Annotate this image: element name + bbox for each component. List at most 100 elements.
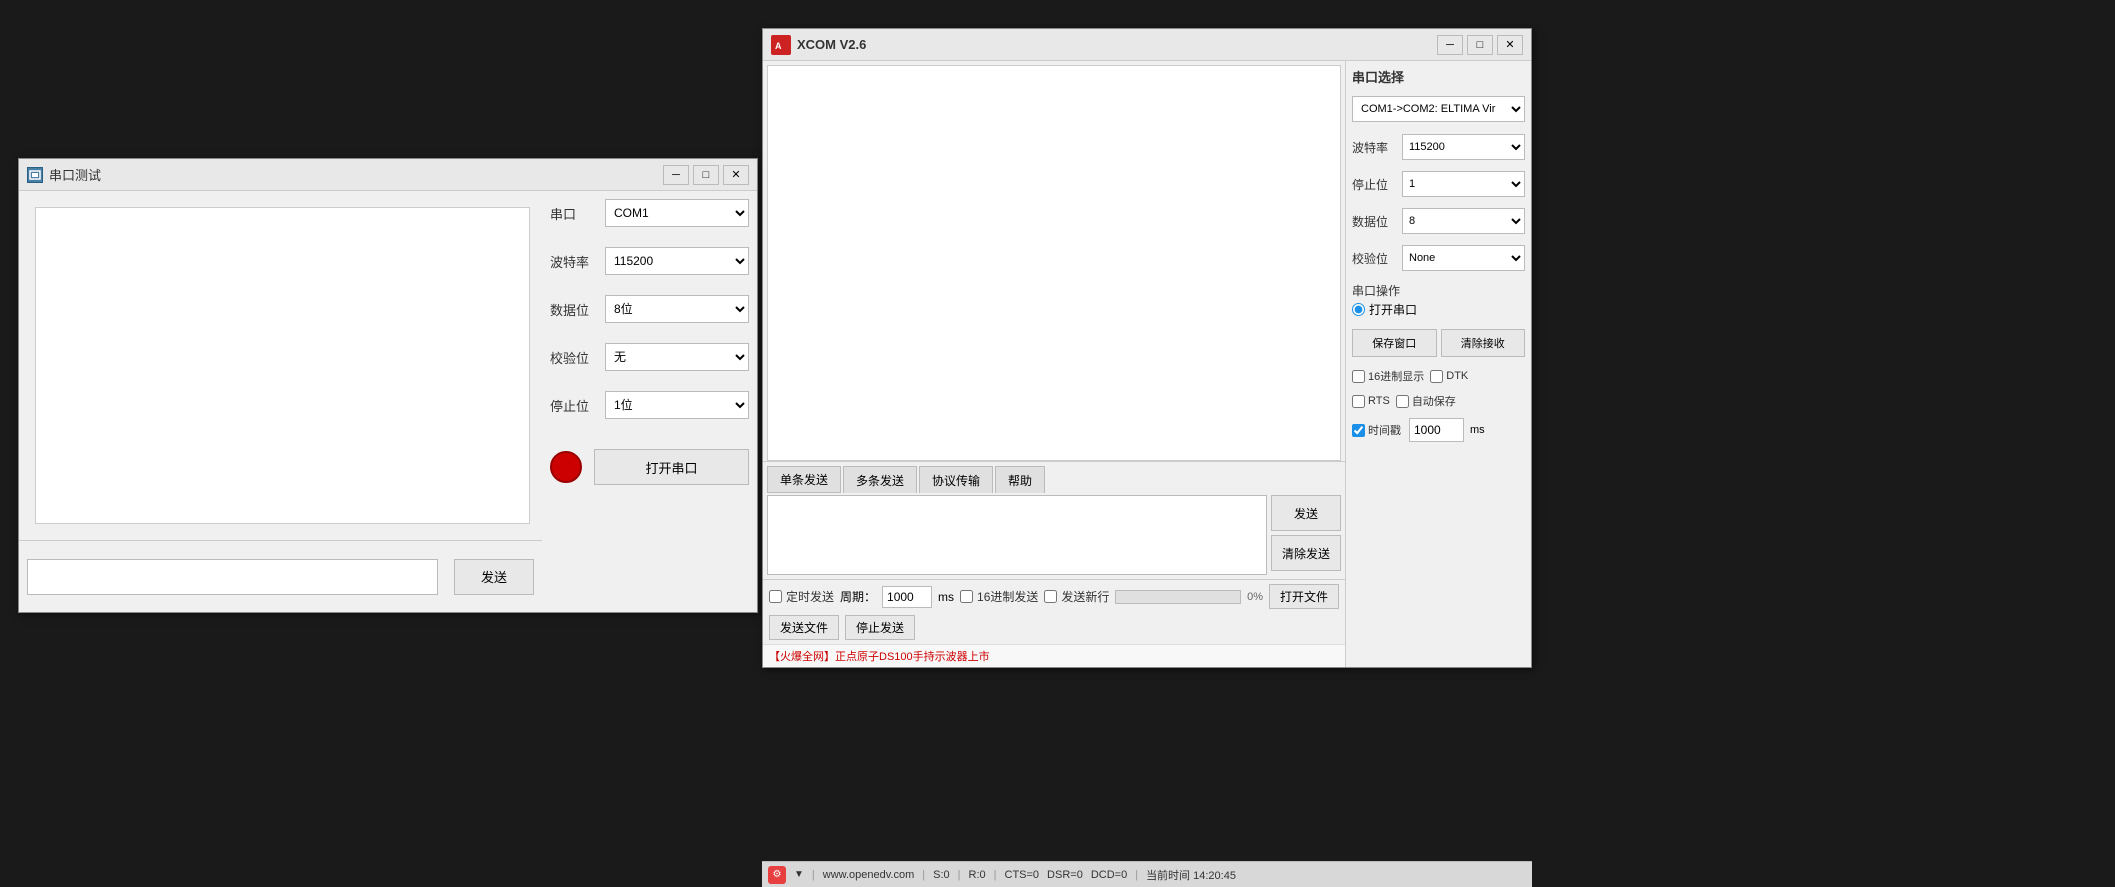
serial-test-title-left: 串口测试 [27,165,101,184]
serial-test-maximize-btn[interactable]: □ [693,165,719,185]
status-divider2: | [922,869,925,881]
xcom-receive-area [767,65,1341,461]
xcom-parity-label: 校验位 [1352,250,1402,267]
serial-baud-row: 波特率 9600 115200 [550,247,749,275]
xcom-window: A XCOM V2.6 ─ □ ✕ 单条发送 多条发送 协议传输 帮助 [762,28,1532,668]
period-label: 周期： [840,588,876,605]
serial-send-input[interactable] [27,559,438,595]
xcom-promo-bar: 【火爆全网】正点原子DS100手持示波器上市 [763,644,1345,667]
timestamp-label[interactable]: 时间戳 [1352,422,1401,438]
serial-test-window: 串口测试 ─ □ ✕ 发送 串口 COM1 COM2 [18,158,758,613]
hex-display-text: 16进制显示 [1368,368,1424,384]
open-file-btn[interactable]: 打开文件 [1269,584,1339,609]
xcom-options-row1: 16进制显示 DTK [1352,368,1525,384]
timer-send-label[interactable]: 定时发送 [769,588,834,605]
promo-link[interactable]: 【火爆全网】正点原子DS100手持示波器上市 [769,648,990,664]
status-divider3: | [958,869,961,881]
rts-checkbox[interactable] [1352,395,1365,408]
status-cts: CTS=0 [1005,869,1040,881]
serial-test-title: 串口测试 [49,165,101,184]
serial-baud-select[interactable]: 9600 115200 [605,247,749,275]
timestamp-text: 时间戳 [1368,422,1401,438]
auto-save-checkbox[interactable] [1396,395,1409,408]
serial-parity-select[interactable]: 无 奇校验 偶校验 [605,343,749,371]
serial-open-port-btn[interactable]: 打开串口 [594,449,749,485]
status-website: www.openedv.com [823,869,915,881]
serial-open-port-row: 打开串口 [550,449,749,485]
xcom-baud-select[interactable]: 115200 9600 [1402,134,1525,160]
serial-test-titlebar: 串口测试 ─ □ ✕ [19,159,757,191]
status-dcd: DCD=0 [1091,869,1127,881]
status-s: S:0 [933,869,950,881]
tab-multi-send[interactable]: 多条发送 [843,466,917,493]
stop-send-btn[interactable]: 停止发送 [845,615,915,640]
xcom-send-input[interactable] [767,495,1267,575]
serial-port-label: 串口 [550,204,605,223]
rts-label[interactable]: RTS [1352,395,1390,408]
xcom-clear-receive-btn[interactable]: 清除接收 [1441,329,1526,357]
serial-stop-bits-row: 停止位 1位 1.5位 2位 [550,391,749,419]
send-file-btn[interactable]: 发送文件 [769,615,839,640]
serial-stop-bits-select[interactable]: 1位 1.5位 2位 [605,391,749,419]
new-line-checkbox[interactable] [1044,590,1057,603]
hex-display-label[interactable]: 16进制显示 [1352,368,1424,384]
xcom-tabs: 单条发送 多条发送 协议传输 帮助 [763,461,1345,493]
period-unit: ms [938,590,954,604]
period-value-input[interactable]: 1000 [882,586,932,608]
progress-bar [1115,590,1241,604]
xcom-baud-row: 波特率 115200 9600 [1352,134,1525,160]
serial-test-minimize-btn[interactable]: ─ [663,165,689,185]
xcom-title-left: A XCOM V2.6 [771,35,866,55]
xcom-panel-btns: 保存窗口 清除接收 [1352,329,1525,357]
xcom-stop-bits-label: 停止位 [1352,176,1402,193]
xcom-main-area: 单条发送 多条发送 协议传输 帮助 发送 清除发送 定时发送 周期： [763,61,1346,667]
tab-single-send[interactable]: 单条发送 [767,466,841,493]
serial-test-left: 发送 [19,191,542,612]
dtk-label[interactable]: DTK [1430,370,1468,383]
xcom-body: 单条发送 多条发送 协议传输 帮助 发送 清除发送 定时发送 周期： [763,61,1531,667]
serial-test-close-btn[interactable]: ✕ [723,165,749,185]
xcom-send-area: 发送 清除发送 [767,495,1341,575]
rts-text: RTS [1368,395,1390,407]
xcom-data-bits-row: 数据位 8 7 [1352,208,1525,234]
xcom-status-bar: ⚙ ▼ | www.openedv.com | S:0 | R:0 | CTS=… [762,861,1532,887]
xcom-send-buttons: 发送 清除发送 [1271,495,1341,575]
status-time: 当前时间 14:20:45 [1146,867,1236,883]
open-port-radio-label[interactable]: 打开串口 [1352,301,1525,318]
xcom-data-bits-select[interactable]: 8 7 [1402,208,1525,234]
xcom-timestamp-row: 时间戳 ms [1352,418,1525,442]
xcom-titlebar: A XCOM V2.6 ─ □ ✕ [763,29,1531,61]
xcom-maximize-btn[interactable]: □ [1467,35,1493,55]
xcom-send-btn[interactable]: 发送 [1271,495,1341,531]
xcom-options-row2: RTS 自动保存 [1352,393,1525,409]
xcom-minimize-btn[interactable]: ─ [1437,35,1463,55]
hex-display-checkbox[interactable] [1352,370,1365,383]
xcom-port-select[interactable]: COM1->COM2: ELTIMA Vir [1352,96,1525,122]
open-port-radio[interactable] [1352,303,1365,316]
xcom-window-controls: ─ □ ✕ [1437,35,1523,55]
tab-help[interactable]: 帮助 [995,466,1045,493]
hex-send-label[interactable]: 16进制发送 [960,588,1038,605]
timestamp-checkbox[interactable] [1352,424,1365,437]
new-line-label[interactable]: 发送新行 [1044,588,1109,605]
xcom-close-btn[interactable]: ✕ [1497,35,1523,55]
xcom-clear-send-btn[interactable]: 清除发送 [1271,535,1341,571]
serial-settings-panel: 串口 COM1 COM2 COM3 波特率 9600 115200 数据位 [542,191,757,612]
serial-data-bits-select[interactable]: 5位 6位 7位 8位 [605,295,749,323]
serial-send-btn[interactable]: 发送 [454,559,534,595]
settings-gear-icon[interactable]: ⚙ [768,866,786,884]
xcom-stop-bits-select[interactable]: 1 2 [1402,171,1525,197]
xcom-title: XCOM V2.6 [797,37,866,52]
xcom-save-window-btn[interactable]: 保存窗口 [1352,329,1437,357]
tab-protocol[interactable]: 协议传输 [919,466,993,493]
hex-send-checkbox[interactable] [960,590,973,603]
timestamp-value-input[interactable] [1409,418,1464,442]
xcom-parity-row: 校验位 None Odd Even [1352,245,1525,271]
xcom-parity-select[interactable]: None Odd Even [1402,245,1525,271]
serial-bottom-send: 发送 [19,540,542,612]
xcom-right-panel: 串口选择 COM1->COM2: ELTIMA Vir 波特率 115200 9… [1346,61,1531,667]
timer-send-checkbox[interactable] [769,590,782,603]
dtk-checkbox[interactable] [1430,370,1443,383]
serial-port-select[interactable]: COM1 COM2 COM3 [605,199,749,227]
auto-save-label[interactable]: 自动保存 [1396,393,1456,409]
